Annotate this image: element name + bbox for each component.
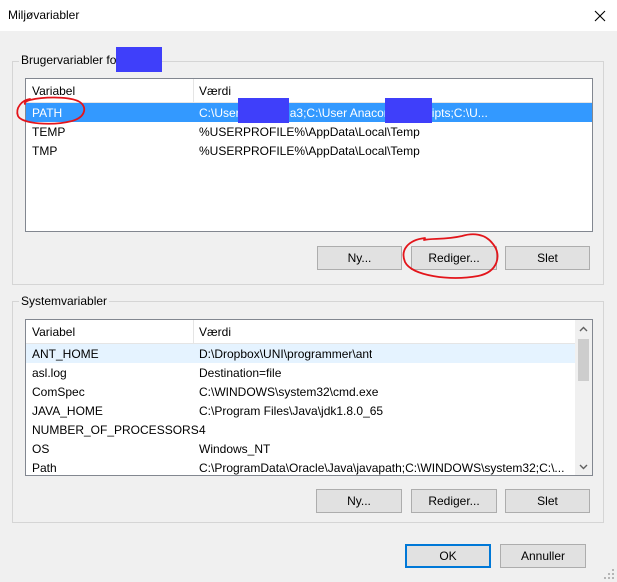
redaction-box [385, 98, 432, 123]
variable-name: PATH [32, 106, 63, 120]
column-header-value[interactable]: Værdi [199, 325, 231, 339]
chevron-up-icon [579, 326, 588, 331]
system-variables-label: Systemvariabler [19, 294, 110, 308]
system-edit-button[interactable]: Rediger... [411, 489, 497, 513]
variable-value: %USERPROFILE%\AppData\Local\Temp [199, 144, 420, 158]
list-item[interactable]: ANT_HOME D:\Dropbox\UNI\programmer\ant [26, 344, 575, 363]
variable-value: D:\Dropbox\UNI\programmer\ant [199, 347, 373, 361]
chevron-down-icon [579, 464, 588, 469]
resize-grip-icon[interactable] [603, 568, 615, 580]
user-variables-label: Brugervariabler for [19, 53, 123, 67]
variable-name: ANT_HOME [32, 347, 99, 361]
title-bar: Miljøvariabler [0, 0, 617, 31]
user-delete-button[interactable]: Slet [505, 246, 590, 270]
system-delete-button[interactable]: Slet [505, 489, 590, 513]
list-header: Variabel Værdi [26, 320, 575, 344]
variable-value: 4 [199, 423, 206, 437]
column-divider[interactable] [193, 320, 194, 343]
list-item[interactable]: NUMBER_OF_PROCESSORS 4 [26, 420, 575, 439]
vertical-scrollbar[interactable] [575, 320, 592, 475]
redaction-box [116, 47, 162, 72]
variable-value: Windows_NT [199, 442, 271, 456]
ok-button[interactable]: OK [405, 544, 491, 568]
variable-name: JAVA_HOME [32, 404, 103, 418]
column-divider[interactable] [193, 79, 194, 102]
list-item[interactable]: JAVA_HOME C:\Program Files\Java\jdk1.8.0… [26, 401, 575, 420]
variable-name: TMP [32, 144, 58, 158]
list-item[interactable]: TEMP %USERPROFILE%\AppData\Local\Temp [26, 122, 592, 141]
variable-value: C:\ProgramData\Oracle\Java\javapath;C:\W… [199, 461, 565, 475]
redaction-box [238, 98, 289, 123]
system-new-button[interactable]: Ny... [316, 489, 402, 513]
list-item[interactable]: ComSpec C:\WINDOWS\system32\cmd.exe [26, 382, 575, 401]
variable-name: Path [32, 461, 57, 475]
variable-name: TEMP [32, 125, 66, 139]
list-item[interactable]: TMP %USERPROFILE%\AppData\Local\Temp [26, 141, 592, 160]
variable-value: %USERPROFILE%\AppData\Local\Temp [199, 125, 420, 139]
scroll-up-button[interactable] [575, 320, 592, 337]
variable-name: ComSpec [32, 385, 85, 399]
user-edit-button[interactable]: Rediger... [411, 246, 497, 270]
close-button[interactable] [583, 0, 617, 31]
user-variables-list[interactable]: Variabel Værdi PATH C:\User Anaconda3;C:… [25, 78, 593, 232]
close-icon [594, 10, 606, 21]
variable-name: OS [32, 442, 50, 456]
list-item[interactable]: PATH C:\User Anaconda3;C:\User Anaconda3… [26, 103, 592, 122]
column-header-variable[interactable]: Variabel [32, 84, 75, 98]
column-header-value[interactable]: Værdi [199, 84, 231, 98]
list-item[interactable]: asl.log Destination=file [26, 363, 575, 382]
variable-name: asl.log [32, 366, 67, 380]
cancel-button[interactable]: Annuller [500, 544, 586, 568]
variable-value: C:\Program Files\Java\jdk1.8.0_65 [199, 404, 384, 418]
column-header-variable[interactable]: Variabel [32, 325, 75, 339]
variable-value: C:\WINDOWS\system32\cmd.exe [199, 385, 379, 399]
list-header: Variabel Værdi [26, 79, 592, 103]
scroll-down-button[interactable] [575, 458, 592, 475]
list-item[interactable]: OS Windows_NT [26, 439, 575, 458]
list-item[interactable]: Path C:\ProgramData\Oracle\Java\javapath… [26, 458, 575, 475]
system-variables-list[interactable]: Variabel Værdi ANT_HOME D:\Dropbox\UNI\p… [25, 319, 593, 476]
variable-name: NUMBER_OF_PROCESSORS [32, 423, 199, 437]
user-new-button[interactable]: Ny... [317, 246, 402, 270]
scroll-thumb[interactable] [578, 339, 589, 381]
variable-value: Destination=file [199, 366, 282, 380]
window-title: Miljøvariabler [8, 8, 80, 22]
